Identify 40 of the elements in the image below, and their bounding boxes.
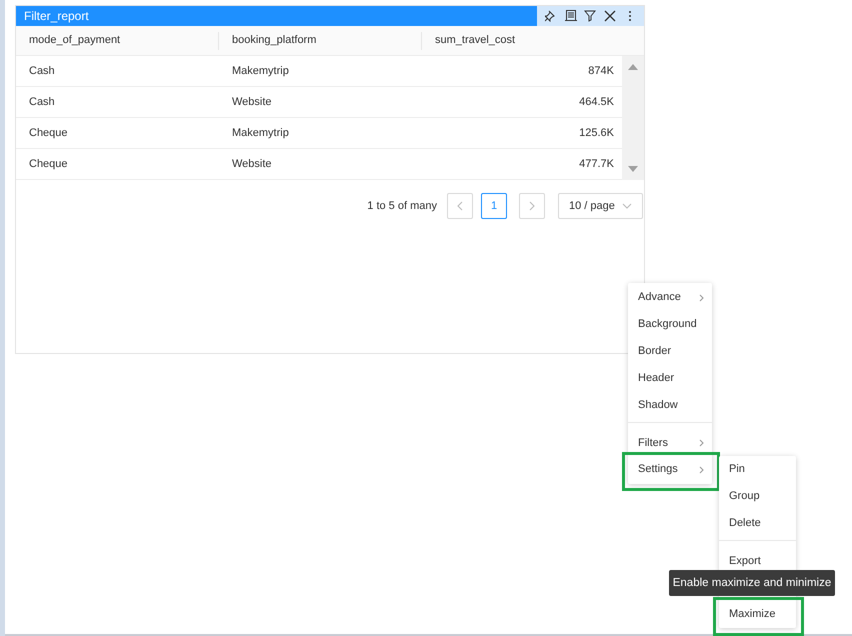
table-cell-text: Website — [231, 156, 273, 172]
menu-item[interactable]: Background — [628, 311, 712, 338]
table-cell-text: 477.7K — [578, 156, 615, 172]
column-header[interactable]: booking_platform — [219, 26, 422, 55]
table-cell-text: Website — [231, 94, 273, 110]
table-cell-text: 874K — [587, 64, 615, 79]
table-cell-text: Cash — [28, 94, 56, 110]
chevron-right-icon — [699, 294, 704, 302]
table-cell-text: Makemytrip — [231, 64, 290, 79]
menu-item[interactable]: Delete — [719, 510, 796, 537]
menu-item[interactable]: Shadow — [628, 392, 712, 419]
chevron-right-icon — [699, 466, 704, 474]
menu-item[interactable]: Header — [628, 365, 712, 392]
menu-item[interactable]: Group — [719, 483, 796, 510]
menu-item[interactable]: Advance — [628, 284, 712, 311]
table-cell-text: 464.5K — [578, 94, 615, 110]
menu-item[interactable]: Maximize — [719, 601, 796, 628]
menu-item[interactable]: Filters — [628, 422, 712, 456]
page-size-dropdown[interactable]: 10 / page — [558, 193, 643, 219]
menu-item[interactable]: Border — [628, 338, 712, 365]
pin-icon[interactable] — [544, 10, 557, 22]
table-cell-text: 125.6K — [578, 126, 615, 141]
page-summary: 1 to 5 of many — [367, 198, 437, 214]
chevron-right-icon — [529, 201, 535, 211]
widget-title: Filter_report — [16, 6, 537, 26]
column-header[interactable]: mode_of_payment — [16, 26, 219, 55]
table-cell-text: Makemytrip — [231, 126, 290, 141]
table-cell-text: Cheque — [28, 126, 69, 141]
chevron-right-icon — [699, 439, 704, 447]
table-cell-text: Cash — [28, 64, 56, 79]
report-icon[interactable] — [564, 10, 577, 22]
tooltip: Enable maximize and minimize — [669, 570, 835, 596]
chevron-left-icon — [457, 201, 463, 211]
filter-icon[interactable] — [584, 10, 596, 22]
chevron-down-icon — [622, 203, 632, 209]
close-icon[interactable] — [604, 10, 616, 22]
column-header[interactable]: sum_travel_cost — [422, 26, 644, 55]
table-cell-text: Cheque — [28, 156, 69, 172]
menu-item[interactable]: Pin — [719, 456, 796, 483]
menu-item[interactable]: Settings — [628, 456, 712, 483]
